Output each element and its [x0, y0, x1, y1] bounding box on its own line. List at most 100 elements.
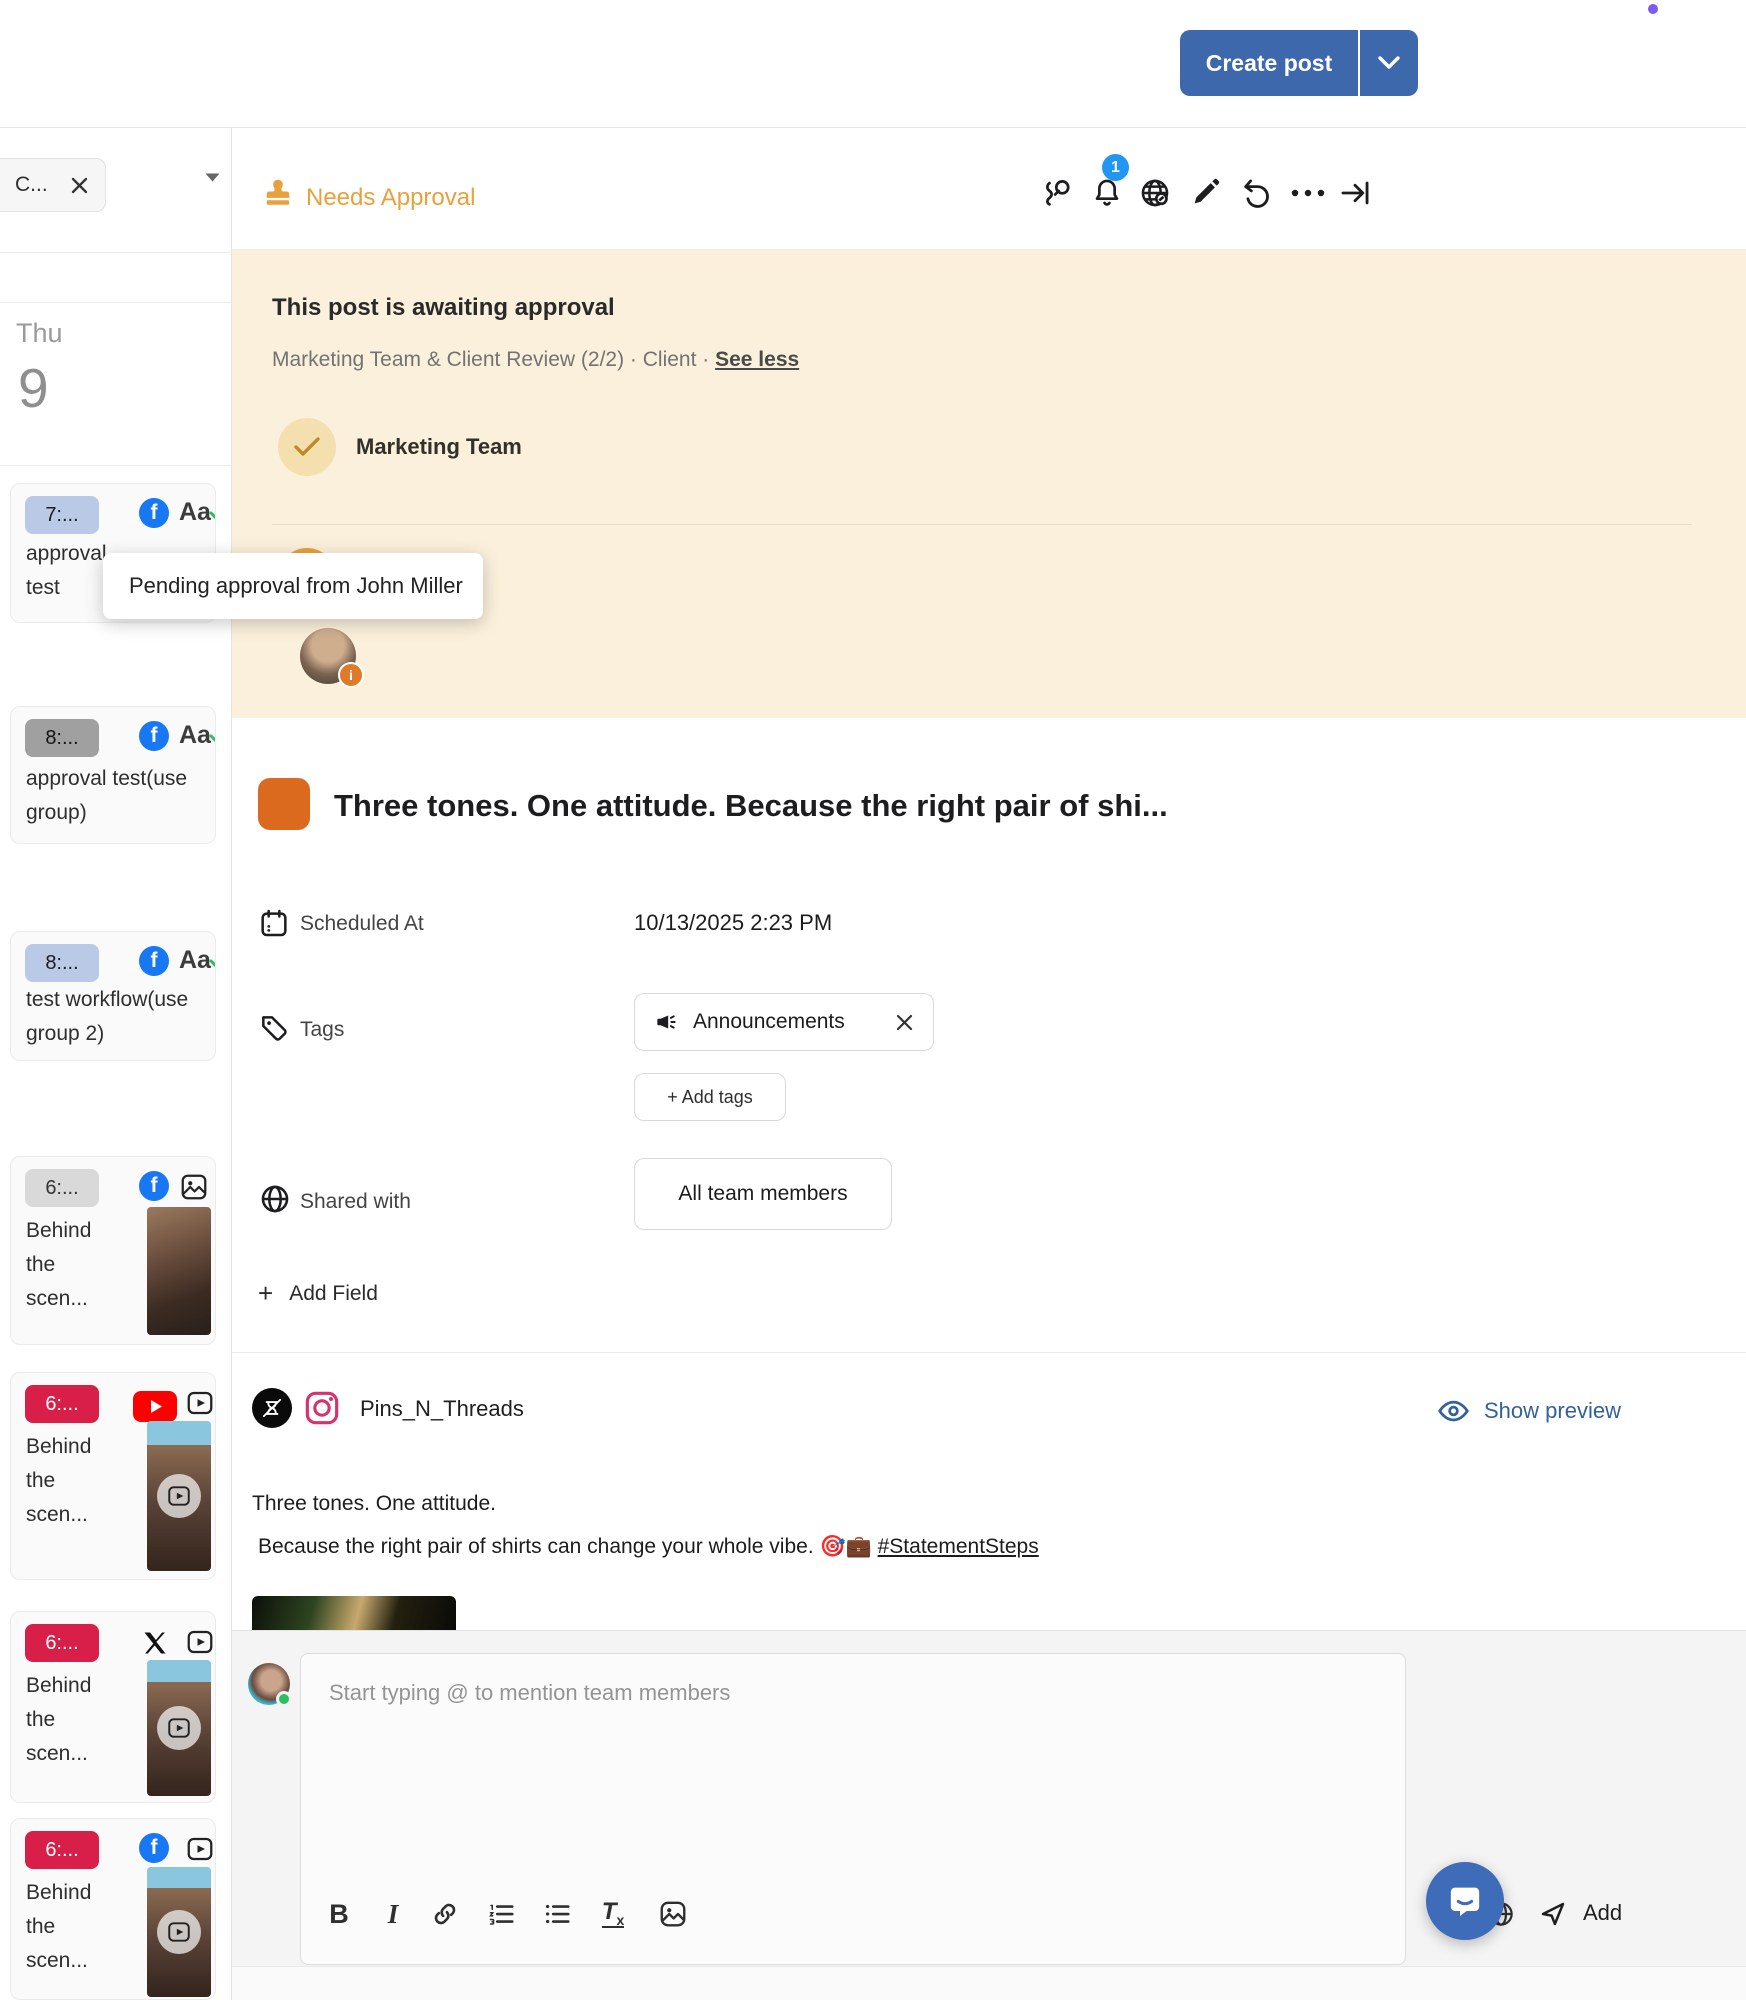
facebook-icon: f	[139, 1833, 169, 1863]
x-twitter-icon	[141, 1629, 169, 1657]
add-tags-button[interactable]: + Add tags	[634, 1073, 786, 1121]
tag-chip[interactable]: Announcements	[634, 993, 934, 1051]
post-title: Three tones. One attitude. Because the r…	[334, 788, 1714, 824]
comment-composer: B I Tx Add	[232, 1630, 1746, 1966]
create-post-dropdown-button[interactable]	[1360, 30, 1418, 96]
card-title-line: scen...	[26, 1503, 88, 1527]
facebook-icon: f	[139, 1171, 169, 1201]
post-card[interactable]: 8:... f Aa approval test(use group)	[10, 706, 216, 844]
time-badge: 6:...	[25, 1831, 99, 1869]
stamp-icon	[260, 176, 296, 212]
approved-checks-icon	[209, 502, 216, 524]
close-icon[interactable]	[70, 176, 89, 195]
time-badge: 8:...	[25, 719, 99, 757]
date-weekday: Thu	[16, 318, 63, 349]
globe-icon	[258, 1182, 292, 1216]
megaphone-icon	[653, 1009, 679, 1035]
send-icon[interactable]	[1533, 1894, 1573, 1934]
text-post-icon: Aa	[179, 721, 211, 750]
shortcut-link-icon[interactable]	[1041, 176, 1075, 210]
card-title-line: approval test(use	[26, 767, 187, 791]
unordered-list-button[interactable]	[537, 1894, 577, 1934]
time-badge: 6:...	[25, 1624, 99, 1662]
card-title-line: group 2)	[26, 1022, 104, 1046]
shared-with-label: Shared with	[300, 1190, 411, 1214]
create-post-button[interactable]: Create post	[1180, 30, 1358, 96]
see-less-link[interactable]: See less	[715, 348, 799, 371]
comment-input[interactable]	[329, 1680, 1369, 1880]
bold-button[interactable]: B	[319, 1894, 359, 1934]
show-preview-button[interactable]: Show preview	[1437, 1398, 1621, 1424]
video-post-icon	[185, 1834, 215, 1864]
play-overlay-icon	[157, 1474, 201, 1518]
post-card[interactable]: 6:... Behind the scen...	[10, 1611, 216, 1803]
divider	[272, 524, 1692, 525]
undo-icon[interactable]	[1240, 176, 1274, 210]
edit-pencil-icon[interactable]	[1190, 176, 1222, 208]
chat-widget-button[interactable]	[1426, 1862, 1504, 1940]
youtube-icon	[133, 1391, 177, 1422]
card-title-line: approval	[26, 542, 107, 566]
play-overlay-icon	[157, 1706, 201, 1750]
video-post-icon	[185, 1627, 215, 1657]
step-label: Marketing Team	[356, 434, 522, 460]
remove-tag-icon[interactable]	[894, 1012, 915, 1033]
comment-box: B I Tx Add	[300, 1653, 1406, 1965]
post-card[interactable]: 6:... f Behind the scen...	[10, 1156, 216, 1345]
hashtag-link[interactable]: #StatementSteps	[878, 1535, 1039, 1558]
post-card[interactable]: 6:... f Behind the scen...	[10, 1818, 216, 2000]
text-post-icon: Aa	[179, 498, 211, 527]
add-field-label: Add Field	[289, 1282, 378, 1306]
video-thumbnail	[147, 1867, 211, 1997]
post-text-line: Three tones. One attitude.	[252, 1492, 496, 1516]
shared-with-button[interactable]: All team members	[634, 1158, 892, 1230]
video-thumbnail	[147, 1421, 211, 1571]
card-title-line: Behind	[26, 1435, 136, 1459]
instagram-icon	[302, 1388, 342, 1428]
ordered-list-button[interactable]	[481, 1894, 521, 1934]
account-name: Pins_N_Threads	[360, 1396, 524, 1422]
collapse-panel-icon[interactable]	[1338, 176, 1372, 210]
text-post-icon: Aa	[179, 946, 211, 975]
bell-icon[interactable]	[1090, 176, 1124, 210]
link-button[interactable]	[425, 1894, 465, 1934]
card-title-line: group)	[26, 801, 87, 825]
divider	[0, 465, 232, 466]
show-preview-label: Show preview	[1484, 1398, 1621, 1424]
time-badge: 7:...	[25, 496, 99, 534]
divider	[0, 252, 232, 253]
clear-formatting-button[interactable]: Tx	[593, 1894, 633, 1934]
top-bar	[0, 0, 1746, 128]
post-card[interactable]: 8:... f Aa test workflow(use group 2)	[10, 931, 216, 1061]
card-title-line: test	[26, 576, 60, 600]
facebook-icon: f	[139, 498, 169, 528]
status-label: Needs Approval	[306, 184, 475, 212]
italic-button[interactable]: I	[373, 1894, 413, 1934]
post-attachment-image	[252, 1596, 456, 1630]
add-field-button[interactable]: + Add Field	[258, 1278, 378, 1309]
approval-banner: This post is awaiting approval Marketing…	[232, 250, 1746, 718]
filter-chip[interactable]: C...	[0, 158, 106, 212]
collapse-caret-icon[interactable]	[204, 172, 221, 184]
tag-icon	[258, 1012, 290, 1044]
filter-chip-label: C...	[15, 173, 48, 197]
card-title-line: scen...	[26, 1287, 88, 1311]
add-comment-button[interactable]: Add	[1583, 1900, 1622, 1926]
post-card[interactable]: 6:... Behind the scen...	[10, 1372, 216, 1580]
account-avatar	[252, 1388, 292, 1428]
info-badge: i	[338, 662, 364, 688]
image-button[interactable]	[653, 1894, 693, 1934]
facebook-icon: f	[139, 946, 169, 976]
scheduled-at-value[interactable]: 10/13/2025 2:23 PM	[634, 910, 832, 936]
banner-meta: Marketing Team & Client Review (2/2) · C…	[272, 348, 799, 372]
time-badge: 8:...	[25, 944, 99, 982]
eye-icon	[1437, 1398, 1470, 1424]
approval-tooltip: Pending approval from John Miller	[103, 553, 483, 619]
card-title-line: Behind	[26, 1219, 136, 1243]
video-thumbnail	[147, 1660, 211, 1796]
more-options-icon[interactable]	[1290, 188, 1326, 198]
public-link-globe-icon[interactable]	[1138, 176, 1172, 210]
calendar-sidebar: C... Thu 9 7:... f Aa approval test 8:..…	[0, 128, 232, 2000]
card-title-line: Behind	[26, 1674, 136, 1698]
approved-checks-icon	[209, 950, 216, 972]
